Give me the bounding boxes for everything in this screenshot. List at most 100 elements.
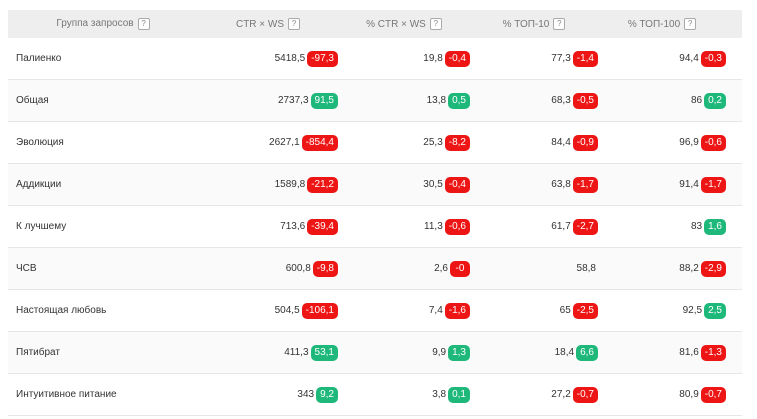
table-row[interactable]: Настоящая любовь 504,5 -106,1 7,4 -1,6 65 -2,5… — [8, 290, 742, 332]
table-row[interactable]: Пятибрат 411,3 53,1 9,9 1,3 18,4 6,6 81,6 -1,3 — [8, 332, 742, 374]
delta-badge: 91,5 — [310, 92, 338, 109]
metric-value: 7,4 — [428, 305, 443, 316]
query-group-name: Аддикции — [16, 179, 62, 190]
delta-badge: 53,1 — [310, 344, 338, 361]
cell-content: 86 0,2 — [691, 92, 726, 109]
query-group-name: Интуитивное питание — [16, 389, 117, 400]
delta-badge: -0,6 — [700, 134, 726, 151]
delta-badge: -0,5 — [572, 92, 598, 109]
query-groups-table: Группа запросов? CTR × WS? % CTR × WS? %… — [8, 10, 742, 416]
table-row[interactable]: Аддикции 1589,8 -21,2 30,5 -0,4 63,8 -1,7 91,4-… — [8, 164, 742, 206]
metric-value: 30,5 — [423, 179, 443, 190]
cell-content: 5418,5 -97,3 — [274, 50, 338, 67]
cell-pct-top100: 81,6 -1,3 — [598, 344, 726, 361]
cell-pct-top100: 88,2 -2,9 — [598, 260, 726, 277]
header-query-group[interactable]: Группа запросов? — [8, 18, 198, 30]
table-row[interactable]: Палиенко 5418,5 -97,3 19,8 -0,4 77,3 -1,4 94,4-… — [8, 38, 742, 80]
header-pct-ctr-ws-label: % CTR × WS — [366, 18, 426, 30]
cell-pct-ctr-ws: 2,6 -0 — [338, 260, 470, 277]
delta-badge: 9,2 — [316, 386, 338, 403]
help-icon[interactable]: ? — [288, 18, 301, 30]
cell-pct-top10: 27,2 -0,7 — [470, 386, 598, 403]
cell-content: 19,8 -0,4 — [423, 50, 470, 67]
delta-badge: 0,1 — [448, 386, 470, 403]
delta-badge: -8,2 — [444, 134, 470, 151]
help-icon[interactable]: ? — [553, 18, 566, 30]
cell-pct-ctr-ws: 7,4 -1,6 — [338, 302, 470, 319]
cell-ctr-ws: 5418,5 -97,3 — [198, 50, 338, 67]
cell-pct-ctr-ws: 3,8 0,1 — [338, 386, 470, 403]
cell-pct-top10: 58,8 — [470, 263, 598, 274]
cell-content: 18,4 6,6 — [554, 344, 598, 361]
delta-badge: 1,6 — [704, 218, 726, 235]
cell-content: 84,4 -0,9 — [551, 134, 598, 151]
metric-value: 68,3 — [551, 95, 571, 106]
table-header: Группа запросов? CTR × WS? % CTR × WS? %… — [8, 10, 742, 38]
delta-badge: -2,5 — [572, 302, 598, 319]
delta-badge: -21,2 — [307, 176, 338, 193]
cell-pct-top100: 80,9 -0,7 — [598, 386, 726, 403]
cell-content: 94,4 -0,3 — [679, 50, 726, 67]
delta-badge: -106,1 — [301, 302, 338, 319]
metric-value: 504,5 — [274, 305, 300, 316]
cell-content: 2737,3 91,5 — [278, 92, 338, 109]
cell-content: 91,4 -1,7 — [679, 176, 726, 193]
cell-pct-top100: 94,4 -0,3 — [598, 50, 726, 67]
cell-pct-top10: 18,4 6,6 — [470, 344, 598, 361]
query-group-name: ЧСВ — [16, 263, 37, 274]
cell-pct-top10: 84,4 -0,9 — [470, 134, 598, 151]
metric-value: 5418,5 — [274, 53, 306, 64]
cell-pct-ctr-ws: 25,3 -8,2 — [338, 134, 470, 151]
header-pct-top100[interactable]: % ТОП-100? — [598, 18, 726, 30]
delta-badge: -1,6 — [444, 302, 470, 319]
cell-content: 25,3 -8,2 — [423, 134, 470, 151]
metric-value: 84,4 — [551, 137, 571, 148]
metric-value: 83 — [690, 221, 703, 232]
cell-pct-top100: 83 1,6 — [598, 218, 726, 235]
table-row[interactable]: Эволюция 2627,1 -854,4 25,3 -8,2 84,4 -0,9 96,9… — [8, 122, 742, 164]
cell-content: 13,8 0,5 — [427, 92, 470, 109]
delta-badge: -2,7 — [572, 218, 598, 235]
header-pct-ctr-ws[interactable]: % CTR × WS? — [338, 18, 470, 30]
cell-content: 27,2 -0,7 — [551, 386, 598, 403]
cell-content: 2,6 -0 — [434, 260, 470, 277]
cell-pct-ctr-ws: 11,3 -0,6 — [338, 218, 470, 235]
query-group-name: Настоящая любовь — [16, 305, 107, 316]
cell-content: 63,8 -1,7 — [551, 176, 598, 193]
cell-pct-top10: 63,8 -1,7 — [470, 176, 598, 193]
table-row[interactable]: ЧСВ 600,8 -9,8 2,6 -0 58,8 88,2 -2,9 — [8, 248, 742, 290]
header-ctr-ws[interactable]: CTR × WS? — [198, 18, 338, 30]
metric-value: 65 — [559, 305, 571, 316]
cell-ctr-ws: 2737,3 91,5 — [198, 92, 338, 109]
metric-value: 2,6 — [434, 263, 448, 274]
metric-value: 411,3 — [284, 347, 309, 358]
table-row[interactable]: К лучшему 713,6 -39,4 11,3 -0,6 61,7 -2,7 83 1,6 — [8, 206, 742, 248]
metric-value: 80,9 — [679, 389, 699, 400]
cell-content: 7,4 -1,6 — [428, 302, 470, 319]
cell-content: 58,8 — [577, 263, 598, 274]
cell-content: 2627,1 -854,4 — [269, 134, 338, 151]
delta-badge: -1,3 — [700, 344, 726, 361]
help-icon[interactable]: ? — [137, 18, 150, 30]
cell-pct-top10: 68,3 -0,5 — [470, 92, 598, 109]
cell-content: 61,7 -2,7 — [551, 218, 598, 235]
cell-content: 30,5 -0,4 — [423, 176, 470, 193]
metric-value: 63,8 — [551, 179, 571, 190]
table-row[interactable]: Интуитивное питание 343 9,2 3,8 0,1 27,2 -0,7 8… — [8, 374, 742, 416]
delta-badge: 0,2 — [704, 92, 726, 109]
help-icon[interactable]: ? — [684, 18, 697, 30]
help-icon[interactable]: ? — [429, 18, 442, 30]
cell-pct-top100: 92,5 2,5 — [598, 302, 726, 319]
metric-value: 94,4 — [679, 53, 699, 64]
metric-value: 61,7 — [551, 221, 571, 232]
table-row[interactable]: Общая 2737,3 91,5 13,8 0,5 68,3 -0,5 86 0,2 — [8, 80, 742, 122]
cell-content: 504,5 -106,1 — [274, 302, 338, 319]
cell-ctr-ws: 411,3 53,1 — [198, 344, 338, 361]
delta-badge: -0 — [450, 260, 470, 277]
cell-content: 80,9 -0,7 — [679, 386, 726, 403]
metric-value: 713,6 — [280, 221, 306, 232]
header-pct-top10[interactable]: % ТОП-10? — [470, 18, 598, 30]
metric-value: 18,4 — [554, 347, 575, 358]
delta-badge: 6,6 — [576, 344, 598, 361]
cell-pct-top10: 77,3 -1,4 — [470, 50, 598, 67]
